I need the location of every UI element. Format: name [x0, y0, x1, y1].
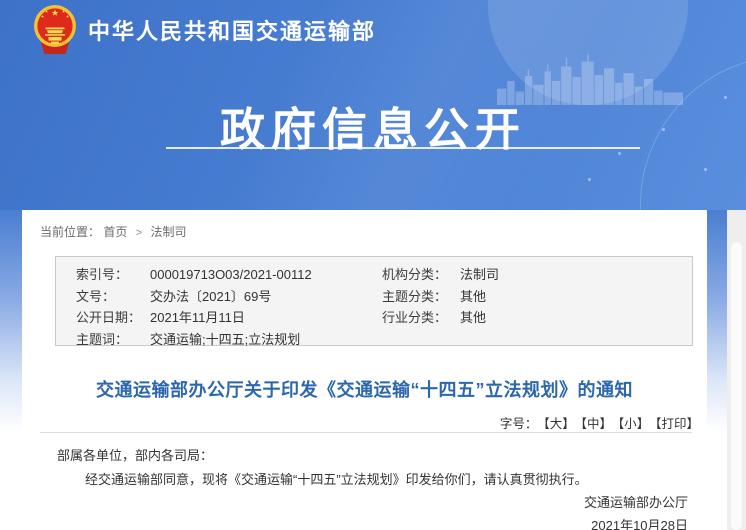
title-divider: [40, 432, 692, 433]
document-meta-box: 索引号：000019713O03/2021-00112 文号：交办法〔2021〕…: [55, 256, 693, 346]
meta-column-right: 机构分类：法制司 主题分类：其他 行业分类：其他: [382, 264, 499, 329]
decor-dot: [704, 168, 707, 171]
print-button[interactable]: 【打印】: [655, 417, 699, 431]
meta-row-topic-category: 主题分类：其他: [382, 286, 499, 308]
font-size-large-button[interactable]: 【大】: [543, 417, 574, 431]
scrollbar-track: [727, 210, 746, 530]
breadcrumb-separator: >: [136, 227, 142, 239]
font-size-small-button[interactable]: 【小】: [618, 417, 649, 431]
meta-row-industry-category: 行业分类：其他: [382, 307, 499, 329]
signature-organization: 交通运输部办公厅: [584, 492, 688, 511]
scrollbar-thumb[interactable]: [731, 242, 742, 530]
page: 中华人民共和国交通运输部 政府信息公开 当前位置： 首页 > 法制司 索引号：0…: [0, 0, 746, 530]
decor-dot: [588, 178, 591, 181]
breadcrumb-home-link[interactable]: 首页: [103, 225, 127, 239]
meta-column-left: 索引号：000019713O03/2021-00112 文号：交办法〔2021〕…: [76, 264, 312, 350]
document-title: 交通运输部办公厅关于印发《交通运输“十四五”立法规划》的通知: [22, 376, 707, 402]
article-paragraph: 经交通运输部同意，现将《交通运输“十四五”立法规划》印发给你们，请认真贯彻执行。: [85, 469, 588, 488]
breadcrumb-current-link[interactable]: 法制司: [151, 225, 187, 239]
meta-row-index-number: 索引号：000019713O03/2021-00112: [76, 264, 312, 286]
site-name: 中华人民共和国交通运输部: [88, 14, 376, 46]
font-size-controls: 字号： 【大】【中】【小】【打印】: [500, 413, 699, 432]
meta-row-keywords: 主题词：交通运输;十四五;立法规划: [76, 329, 312, 351]
font-size-medium-button[interactable]: 【中】: [581, 417, 612, 431]
breadcrumb: 当前位置： 首页 > 法制司: [40, 223, 187, 240]
meta-row-doc-number: 文号：交办法〔2021〕69号: [76, 286, 312, 308]
content-panel: 当前位置： 首页 > 法制司 索引号：000019713O03/2021-001…: [22, 210, 707, 530]
meta-row-org-category: 机构分类：法制司: [382, 264, 499, 286]
banner-title-underline: [166, 147, 640, 149]
signature-date: 2021年10月28日: [591, 515, 688, 530]
breadcrumb-label: 当前位置：: [40, 225, 100, 239]
top-banner: 中华人民共和国交通运输部 政府信息公开: [0, 0, 746, 210]
national-emblem-icon: [32, 4, 78, 56]
article-salutation: 部属各单位，部内各司局：: [57, 445, 213, 464]
meta-row-publish-date: 公开日期：2021年11月11日: [76, 307, 312, 329]
font-size-label: 字号：: [500, 417, 538, 431]
